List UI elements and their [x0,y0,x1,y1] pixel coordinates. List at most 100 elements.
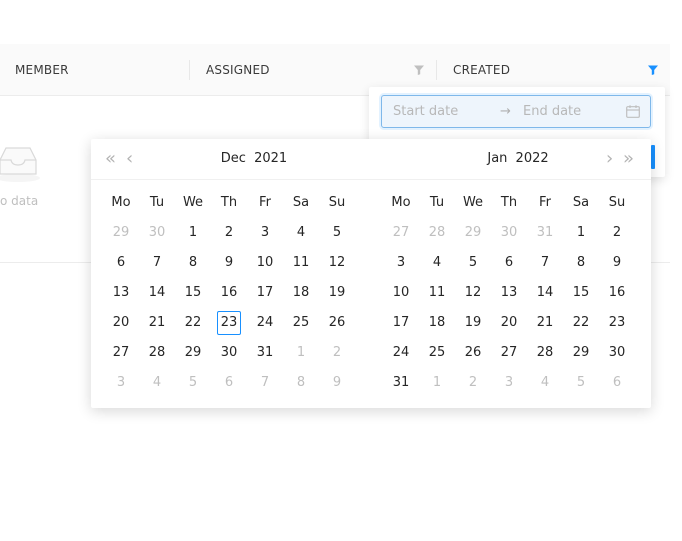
date-cell[interactable]: 18 [283,278,319,308]
date-cell[interactable]: 6 [103,248,139,278]
date-cell[interactable]: 5 [319,218,355,248]
date-cell[interactable]: 2 [455,368,491,398]
date-cell[interactable]: 14 [527,278,563,308]
date-cell[interactable]: 9 [211,248,247,278]
date-cell[interactable]: 12 [319,248,355,278]
date-cell[interactable]: 6 [599,368,635,398]
date-cell[interactable]: 12 [455,278,491,308]
date-cell[interactable]: 26 [455,338,491,368]
date-cell[interactable]: 27 [383,218,419,248]
date-cell[interactable]: 29 [455,218,491,248]
right-year-button[interactable]: 2022 [516,151,549,166]
date-cell[interactable]: 2 [599,218,635,248]
date-cell[interactable]: 17 [383,308,419,338]
date-cell[interactable]: 30 [491,218,527,248]
date-cell[interactable]: 3 [491,368,527,398]
start-date-input[interactable]: Start date [393,96,458,127]
date-cell[interactable]: 5 [563,368,599,398]
date-cell[interactable]: 8 [175,248,211,278]
date-cell[interactable]: 27 [103,338,139,368]
today-date-cell[interactable]: 23 [211,308,247,338]
date-cell[interactable]: 24 [247,308,283,338]
date-cell[interactable]: 6 [491,248,527,278]
date-cell[interactable]: 29 [103,218,139,248]
date-cell[interactable]: 4 [419,248,455,278]
date-cell[interactable]: 7 [527,248,563,278]
date-cell[interactable]: 17 [247,278,283,308]
date-cell[interactable]: 31 [383,368,419,398]
date-cell[interactable]: 16 [599,278,635,308]
date-cell[interactable]: 15 [563,278,599,308]
date-cell[interactable]: 6 [211,368,247,398]
date-cell[interactable]: 3 [383,248,419,278]
date-cell[interactable]: 9 [599,248,635,278]
date-cell[interactable]: 27 [491,338,527,368]
date-cell[interactable]: 1 [283,338,319,368]
date-cell[interactable]: 5 [175,368,211,398]
date-cell[interactable]: 22 [563,308,599,338]
date-cell[interactable]: 30 [599,338,635,368]
column-header-assigned[interactable]: ASSIGNED [206,44,270,96]
date-cell[interactable]: 28 [139,338,175,368]
date-cell[interactable]: 22 [175,308,211,338]
date-cell[interactable]: 9 [319,368,355,398]
date-cell[interactable]: 2 [319,338,355,368]
date-cell[interactable]: 28 [419,218,455,248]
date-cell[interactable]: 21 [139,308,175,338]
created-filter-icon[interactable] [647,64,659,76]
date-cell[interactable]: 26 [319,308,355,338]
date-cell[interactable]: 30 [139,218,175,248]
date-cell[interactable]: 1 [419,368,455,398]
date-cell[interactable]: 8 [283,368,319,398]
date-cell[interactable]: 29 [175,338,211,368]
date-cell[interactable]: 25 [419,338,455,368]
date-cell[interactable]: 7 [139,248,175,278]
date-cell[interactable]: 4 [139,368,175,398]
date-cell[interactable]: 31 [527,218,563,248]
date-cell[interactable]: 13 [491,278,527,308]
date-cell[interactable]: 28 [527,338,563,368]
date-cell[interactable]: 11 [419,278,455,308]
date-cell[interactable]: 8 [563,248,599,278]
column-header-member[interactable]: MEMBER [15,44,69,96]
date-cell[interactable]: 15 [175,278,211,308]
date-cell[interactable]: 20 [491,308,527,338]
date-cell[interactable]: 14 [139,278,175,308]
left-month-button[interactable]: Dec [221,151,246,166]
date-cell[interactable]: 18 [419,308,455,338]
date-cell[interactable]: 3 [247,218,283,248]
confirm-button[interactable] [651,145,655,169]
date-cell[interactable]: 10 [383,278,419,308]
right-month-button[interactable]: Jan [487,151,507,166]
date-cell[interactable]: 4 [527,368,563,398]
assigned-filter-icon[interactable] [413,64,425,76]
next-month-icon[interactable]: › [606,139,613,179]
date-cell[interactable]: 23 [599,308,635,338]
end-date-input[interactable]: End date [523,96,581,127]
date-cell[interactable]: 16 [211,278,247,308]
date-cell[interactable]: 24 [383,338,419,368]
date-cell[interactable]: 10 [247,248,283,278]
date-cell[interactable]: 19 [455,308,491,338]
date-cell[interactable]: 1 [175,218,211,248]
date-cell[interactable]: 2 [211,218,247,248]
date-cell[interactable]: 7 [247,368,283,398]
super-prev-icon[interactable]: « [105,139,116,179]
date-cell[interactable]: 31 [247,338,283,368]
date-cell[interactable]: 29 [563,338,599,368]
date-cell[interactable]: 3 [103,368,139,398]
date-cell[interactable]: 30 [211,338,247,368]
date-cell[interactable]: 5 [455,248,491,278]
left-year-button[interactable]: 2021 [254,151,287,166]
prev-month-icon[interactable]: ‹ [126,139,133,179]
date-cell[interactable]: 19 [319,278,355,308]
date-cell[interactable]: 13 [103,278,139,308]
super-next-icon[interactable]: » [623,139,634,179]
date-range-input[interactable]: Start date → End date [381,95,651,128]
date-cell[interactable]: 4 [283,218,319,248]
date-cell[interactable]: 20 [103,308,139,338]
date-cell[interactable]: 11 [283,248,319,278]
date-cell[interactable]: 25 [283,308,319,338]
date-cell[interactable]: 21 [527,308,563,338]
date-cell[interactable]: 1 [563,218,599,248]
